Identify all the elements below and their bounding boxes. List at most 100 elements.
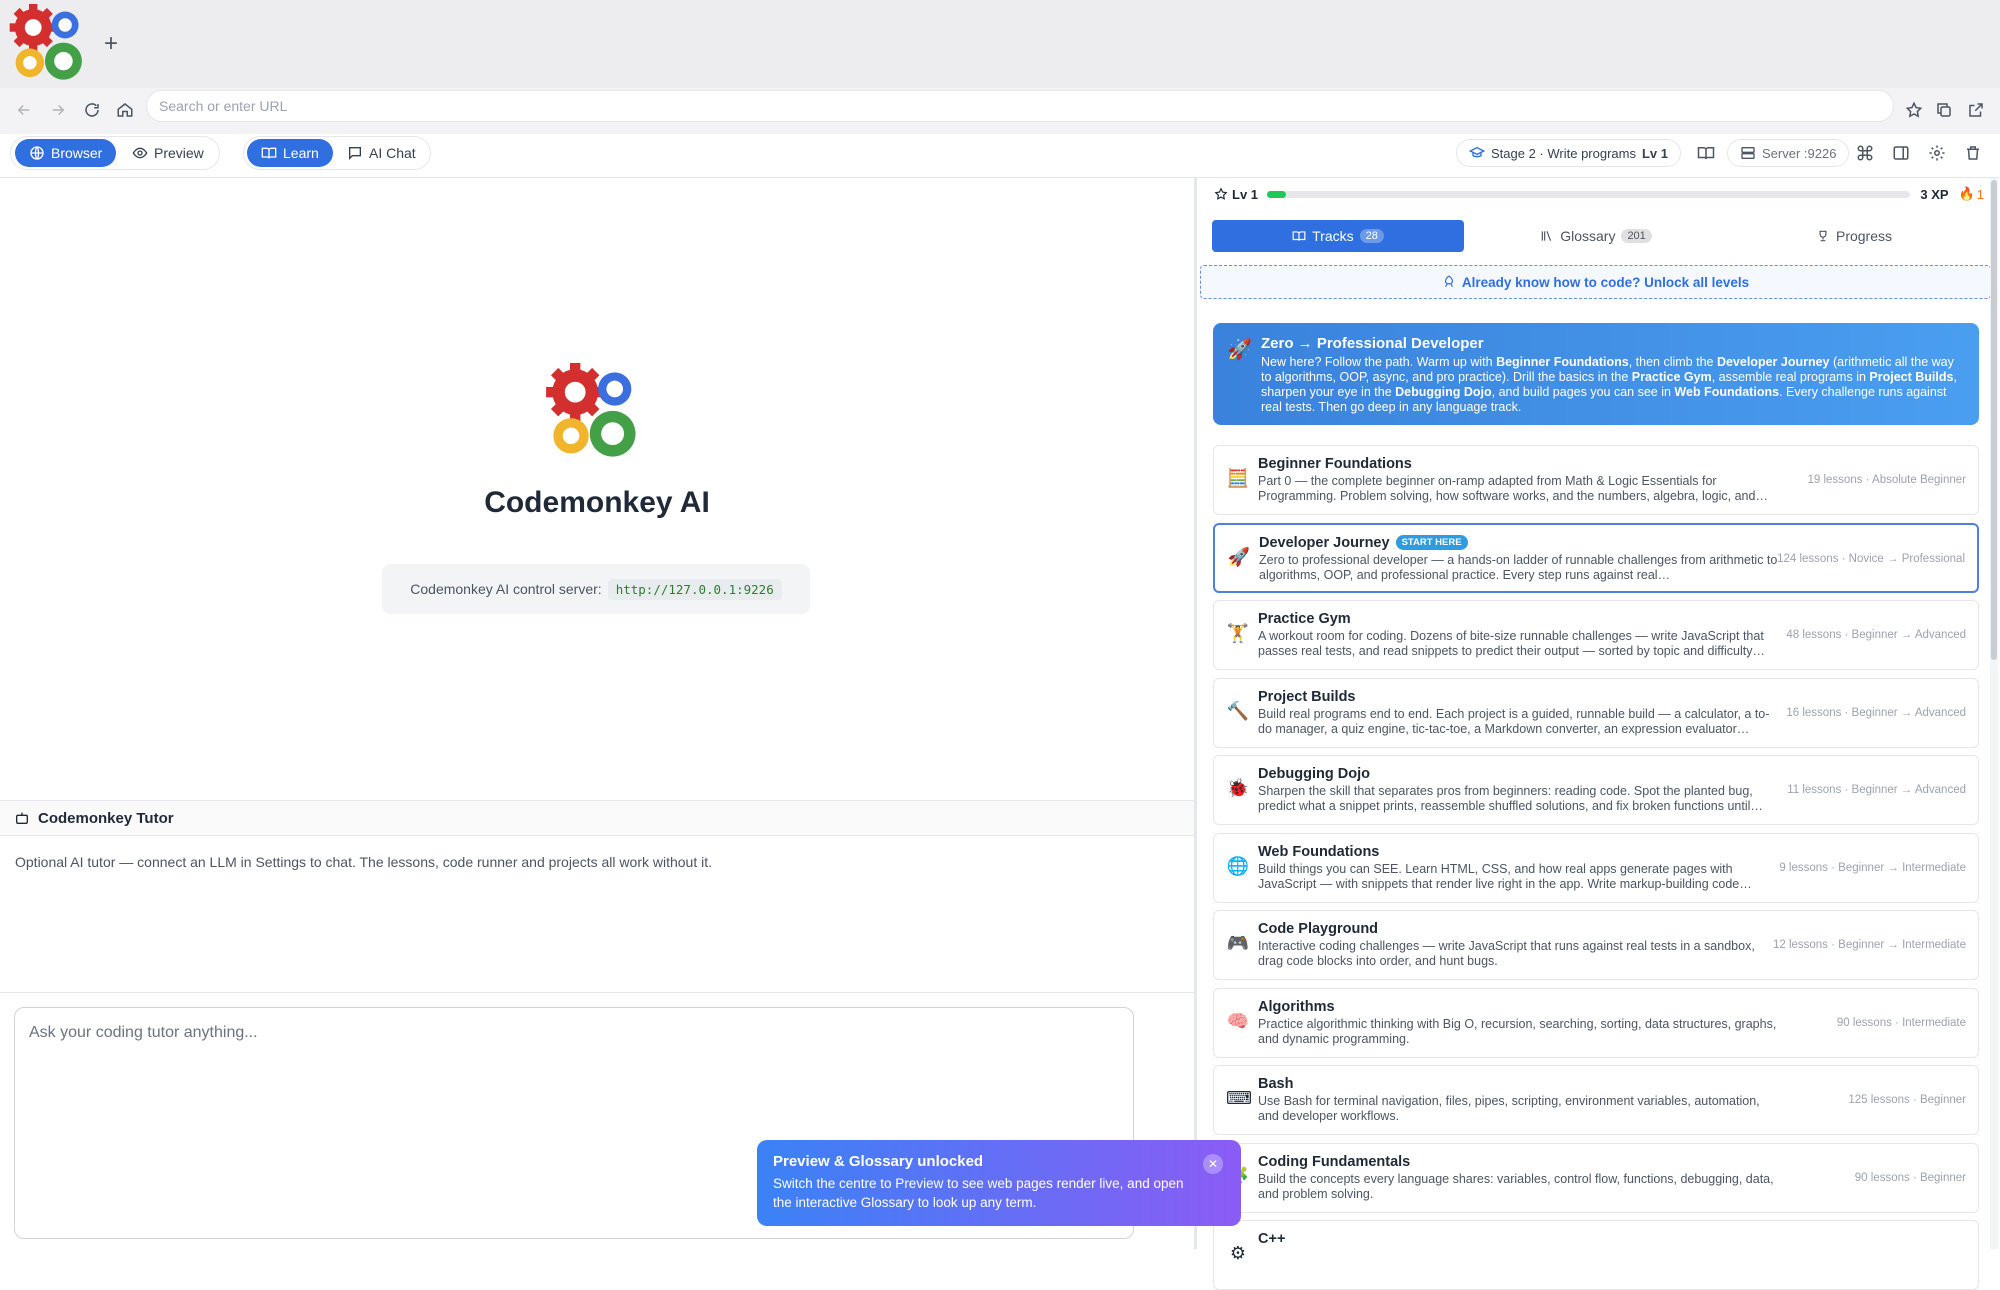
track-emoji-icon: 🌐 — [1226, 855, 1250, 876]
xp-label: 3 XP — [1920, 186, 1949, 202]
command-icon[interactable] — [1853, 141, 1877, 165]
xp-progress-fill — [1267, 191, 1287, 198]
book-open-icon[interactable] — [1694, 141, 1718, 165]
track-name-row: Debugging Dojo — [1258, 766, 1370, 782]
unlock-toast: Preview & Glossary unlocked Switch the c… — [757, 1140, 1241, 1226]
track-description: Interactive coding challenges — write Ja… — [1258, 939, 1755, 968]
track-meta: 19 lessons · Absolute Beginner — [1807, 474, 1966, 486]
track-card[interactable]: 🐞 Debugging Dojo Sharpen the skill that se… — [1213, 755, 1979, 825]
learn-mode-button[interactable]: Learn — [247, 139, 333, 167]
tab-glossary-count: 201 — [1621, 229, 1652, 243]
copy-icon[interactable] — [1930, 96, 1958, 124]
track-name: C++ — [1258, 1231, 1286, 1247]
forward-icon[interactable] — [44, 96, 72, 124]
track-description: A workout room for coding. Dozens of bit… — [1258, 629, 1765, 658]
track-name-row: Coding Fundamentals — [1258, 1154, 1410, 1170]
tab-progress[interactable]: Progress — [1728, 220, 1980, 252]
trash-icon[interactable] — [1961, 141, 1985, 165]
url-input[interactable]: Search or enter URL — [146, 90, 1894, 122]
star-icon — [1214, 187, 1228, 200]
streak-count: 1 — [1976, 186, 1984, 202]
track-name-row: Developer Journey START HERE — [1259, 535, 1468, 551]
trophy-icon — [1819, 230, 1827, 242]
track-meta: 125 lessons · Beginner — [1848, 1094, 1966, 1106]
globe-icon — [30, 146, 44, 160]
track-meta: 16 lessons · Beginner → Advanced — [1786, 706, 1966, 719]
track-card[interactable]: 🚀 Developer Journey START HERE Zero to prof… — [1213, 522, 1979, 593]
tab-tracks-label: Tracks — [1312, 228, 1354, 244]
server-url[interactable]: http://127.0.0.1:9226 — [607, 578, 782, 600]
eye-icon — [132, 147, 148, 159]
track-name: Beginner Foundations — [1258, 456, 1412, 472]
track-description: Practice algorithmic thinking with Big O… — [1258, 1016, 1777, 1046]
track-name: Coding Fundamentals — [1258, 1153, 1411, 1170]
track-name-row: C++ — [1258, 1231, 1285, 1247]
stage-chip[interactable]: Stage 2 · Write programs Lv 1 — [1456, 139, 1681, 167]
track-meta: 48 lessons · Beginner → Advanced — [1786, 629, 1966, 641]
track-card[interactable]: ⌨ Bash Use Bash for terminal navigation, f… — [1213, 1065, 1979, 1135]
tutor-divider — [0, 992, 1194, 993]
server-icon — [1741, 147, 1755, 159]
track-name: Debugging Dojo — [1258, 766, 1370, 782]
preview-mode-button[interactable]: Preview — [118, 139, 218, 167]
track-meta: 12 lessons · Beginner → Intermediate — [1772, 939, 1966, 951]
track-name-row: Bash — [1258, 1076, 1293, 1092]
track-meta: 90 lessons · Beginner — [1854, 1171, 1966, 1184]
tab-progress-label: Progress — [1835, 228, 1893, 244]
track-description: Zero to professional developer — a hands… — [1259, 552, 1778, 582]
track-description: Part 0 — the complete beginner on-ramp a… — [1258, 474, 1768, 503]
ai-chat-mode-button[interactable]: AI Chat — [333, 139, 430, 167]
close-icon[interactable]: ✕ — [1203, 1154, 1223, 1174]
track-card[interactable]: 🧮 Beginner Foundations Part 0 — the comple… — [1213, 445, 1979, 515]
sidebar-toggle-icon[interactable] — [1889, 141, 1913, 165]
tab-tracks-count: 28 — [1359, 229, 1384, 243]
track-card[interactable]: 🧠 Algorithms Practice algorithmic thinking… — [1213, 987, 1979, 1058]
open-external-icon[interactable] — [1962, 96, 1990, 124]
unlock-all-levels-button[interactable]: Already know how to code? Unlock all lev… — [1200, 265, 1991, 299]
track-name: Project Builds — [1258, 688, 1356, 705]
track-name-row: Web Foundations — [1258, 844, 1379, 860]
title-bar — [0, 0, 2000, 90]
track-card[interactable]: ⚙ C++ — [1213, 1220, 1979, 1290]
track-emoji-icon: 🎮 — [1226, 933, 1250, 953]
track-name: Code Playground — [1258, 921, 1379, 937]
zero-to-pro-banner[interactable]: 🚀 Zero → Professional Developer New here… — [1213, 323, 1979, 425]
settings-gear-icon[interactable] — [1925, 141, 1949, 165]
unlock-all-levels-label: Already know how to code? Unlock all lev… — [1461, 274, 1750, 290]
banner-description: New here? Follow the path. Warm up with … — [1261, 355, 1957, 414]
tab-tracks[interactable]: Tracks 28 — [1212, 220, 1464, 252]
track-description: Build the concepts every language shares… — [1258, 1171, 1774, 1201]
book-icon — [261, 147, 277, 159]
track-name-row: Practice Gym — [1258, 611, 1351, 627]
library-icon — [1541, 231, 1552, 241]
xp-progress-bar — [1267, 191, 1910, 198]
track-card[interactable]: 🔨 Project Builds Build real programs end t… — [1213, 677, 1979, 748]
learn-tabs: Tracks 28 Glossary 201 Progress — [1212, 220, 1980, 254]
tab-glossary[interactable]: Glossary 201 — [1470, 220, 1722, 252]
learn-mode-label: Learn — [283, 145, 319, 161]
track-card[interactable]: 🧩Coding FundamentalsBuild the concepts e… — [1213, 1142, 1979, 1213]
track-card[interactable]: 🎮 Code Playground Interactive coding chall… — [1213, 910, 1979, 980]
track-description: Build real programs end to end. Each pro… — [1258, 706, 1770, 736]
track-meta: 90 lessons · Intermediate — [1836, 1016, 1966, 1029]
track-card[interactable]: 🏋 Practice Gym A workout room for coding. … — [1213, 600, 1979, 670]
toast-description: Switch the centre to Preview to see web … — [773, 1176, 1184, 1210]
scrollbar-thumb[interactable] — [1991, 180, 1997, 660]
track-card[interactable]: 🌐 Web Foundations Build things you can SEE… — [1213, 832, 1979, 903]
codemonkey-logo-icon[interactable] — [8, 4, 92, 88]
track-emoji-icon: ⚙ — [1229, 1243, 1247, 1263]
preview-mode-label: Preview — [154, 145, 204, 161]
browser-mode-button[interactable]: Browser — [15, 139, 117, 167]
bookmark-star-icon[interactable] — [1900, 96, 1928, 124]
track-meta: 124 lessons · Novice → Professional — [1777, 552, 1965, 565]
server-chip[interactable]: Server :9226 — [1727, 139, 1850, 167]
tab-glossary-label: Glossary — [1560, 228, 1616, 244]
reload-icon[interactable] — [78, 96, 106, 124]
home-icon[interactable] — [111, 96, 139, 124]
book-icon — [1292, 231, 1306, 241]
new-tab-button[interactable]: + — [104, 30, 118, 58]
graduation-cap-icon — [1469, 146, 1485, 158]
tutor-message: Optional AI tutor — connect an LLM in Se… — [15, 854, 713, 870]
back-icon[interactable] — [10, 96, 38, 124]
rocket-icon — [1444, 275, 1453, 287]
